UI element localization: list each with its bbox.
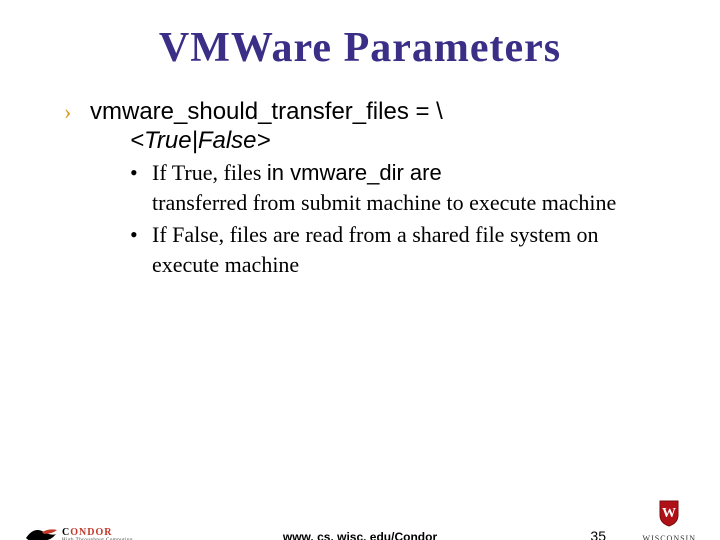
sub-bullet-text: If True, files in vmware_dir are transfe… bbox=[152, 158, 616, 218]
chevron-icon: › bbox=[64, 98, 90, 126]
page-number: 35 bbox=[590, 528, 606, 540]
sub-bullet-text: If False, files are read from a shared f… bbox=[152, 220, 664, 280]
italic-value: <True|False> bbox=[130, 126, 664, 156]
main-bullet-row: › vmware_should_transfer_files = \ bbox=[64, 98, 664, 126]
condor-text: CONDOR bbox=[62, 527, 133, 538]
svg-text:W: W bbox=[662, 506, 676, 521]
wisconsin-logo: W WISCONSIN MADISON bbox=[643, 499, 696, 540]
slide-title: VMWare Parameters bbox=[0, 24, 720, 72]
sub-bullet-list: • If True, files in vmware_dir are trans… bbox=[130, 158, 664, 280]
crest-icon: W bbox=[656, 499, 682, 527]
footer-url: www. cs. wisc. edu/Condor bbox=[283, 530, 437, 540]
bullet-marker-icon: • bbox=[130, 220, 152, 250]
bullet-marker-icon: • bbox=[130, 158, 152, 188]
main-bullet-text: vmware_should_transfer_files = \ bbox=[90, 98, 443, 126]
eagle-icon bbox=[24, 524, 58, 540]
condor-logo: CONDOR High Throughput Computing bbox=[24, 524, 133, 540]
sub-bullet-item: • If True, files in vmware_dir are trans… bbox=[130, 158, 664, 218]
sub-bullet-item: • If False, files are read from a shared… bbox=[130, 220, 664, 280]
content-area: › vmware_should_transfer_files = \ <True… bbox=[64, 98, 664, 280]
wisconsin-name: WISCONSIN MADISON bbox=[643, 534, 696, 540]
footer: CONDOR High Throughput Computing www. cs… bbox=[0, 514, 720, 540]
